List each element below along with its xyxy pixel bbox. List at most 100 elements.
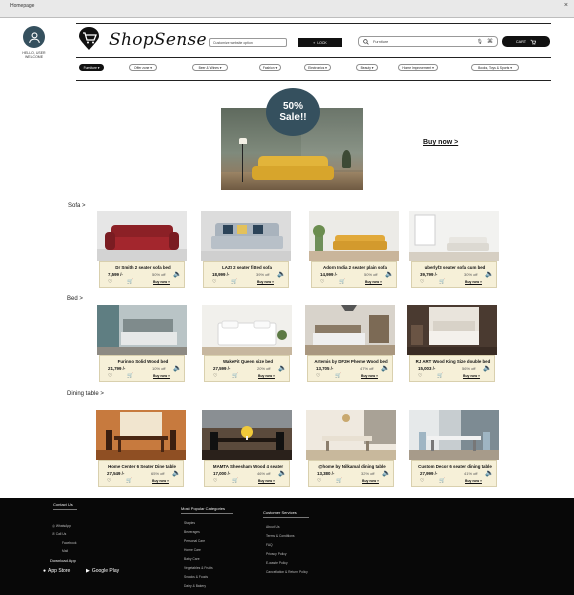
product-name[interactable]: Furinno Solid Wood bed: [102, 359, 184, 364]
product-name[interactable]: MAMTA Sheesham Wood 4 seater: [207, 464, 289, 469]
add-to-cart-icon[interactable]: 🛒: [126, 478, 132, 484]
account-widget[interactable]: HELLO, USER WELCOME: [20, 26, 48, 59]
product-card[interactable]: Adorn India 2 seater plain sofa 14,999 /…: [309, 211, 399, 291]
heart-icon[interactable]: ♡: [108, 279, 112, 285]
logo[interactable]: ShopSense: [109, 30, 207, 50]
heart-icon[interactable]: ♡: [320, 279, 324, 285]
buy-now-link[interactable]: Buy now »: [463, 374, 480, 378]
buy-now-link[interactable]: Buy now »: [361, 374, 378, 378]
avatar[interactable]: [23, 26, 45, 48]
product-name[interactable]: Artemis by DF2H Pheme Wood bed: [310, 359, 392, 364]
product-card[interactable]: Dr Smith 2 seater sofa bed 7,599 /- 50% …: [97, 211, 187, 291]
product-name[interactable]: Custom Decor 6 seater dining table: [414, 464, 496, 469]
add-to-cart-icon[interactable]: 🛒: [339, 279, 345, 285]
section-title-sofa[interactable]: Sofa >: [68, 203, 86, 209]
category-electronics[interactable]: Electronics ▾: [304, 64, 331, 71]
category-furniture[interactable]: Furniture ▾: [79, 64, 104, 71]
category-beauty[interactable]: Beauty ▾: [356, 64, 378, 71]
camera-icon[interactable]: ⌘: [487, 38, 493, 45]
add-to-cart-icon[interactable]: 🛒: [127, 279, 133, 285]
speaker-icon[interactable]: 🔈: [172, 469, 181, 477]
heart-icon[interactable]: ♡: [212, 279, 216, 285]
logo-cart-icon[interactable]: [78, 27, 100, 51]
footer-category-link[interactable]: Snacks & Foods: [184, 575, 208, 579]
speaker-icon[interactable]: 🔈: [173, 364, 182, 372]
speaker-icon[interactable]: 🔈: [277, 270, 286, 278]
add-to-cart-icon[interactable]: 🛒: [439, 478, 445, 484]
buy-now-link[interactable]: Buy now »: [362, 479, 379, 483]
product-name[interactable]: Home Center 6 Seater Dine table: [101, 464, 183, 469]
product-image[interactable]: [407, 305, 497, 355]
product-image[interactable]: [409, 410, 499, 460]
product-name[interactable]: @home by Nilkamal dining table: [311, 464, 393, 469]
footer-category-link[interactable]: Vegetables & Fruits: [184, 566, 213, 570]
product-name[interactable]: LAZI 2 seater fitted sofa: [206, 265, 288, 270]
product-image[interactable]: [202, 305, 292, 355]
category-home-improvement[interactable]: Home Improvement ▾: [398, 64, 438, 71]
product-card[interactable]: Home Center 6 Seater Dine table 27,549 /…: [96, 410, 186, 490]
heart-icon[interactable]: ♡: [316, 373, 320, 379]
search-input[interactable]: Furniture 🎙 ⌘: [358, 36, 498, 47]
add-to-cart-icon[interactable]: 🛒: [232, 478, 238, 484]
product-image[interactable]: [202, 410, 292, 460]
footer-category-link[interactable]: Dairy & Bakery: [184, 584, 206, 588]
add-to-cart-icon[interactable]: 🛒: [127, 373, 133, 379]
category-fashion[interactable]: Fashion ▾: [259, 64, 281, 71]
app-store-button[interactable]: ● App Store: [43, 565, 70, 577]
speaker-icon[interactable]: 🔈: [278, 469, 287, 477]
heart-icon[interactable]: ♡: [213, 373, 217, 379]
buy-now-link[interactable]: Buy now »: [153, 374, 170, 378]
heart-icon[interactable]: ♡: [317, 478, 321, 484]
product-card[interactable]: WakeFit Queen size bed 27,599 /- 20% off…: [202, 305, 292, 385]
buy-now-link[interactable]: Buy now »: [365, 280, 382, 284]
speaker-icon[interactable]: 🔈: [485, 270, 494, 278]
lock-button[interactable]: ⌖ LOCK: [298, 38, 342, 47]
heart-icon[interactable]: ♡: [107, 478, 111, 484]
speaker-icon[interactable]: 🔈: [382, 469, 391, 477]
buy-now-link[interactable]: Buy now »: [465, 479, 482, 483]
close-icon[interactable]: ×: [564, 2, 568, 9]
add-to-cart-icon[interactable]: 🛒: [231, 279, 237, 285]
speaker-icon[interactable]: 🔈: [381, 364, 390, 372]
product-card[interactable]: MAMTA Sheesham Wood 4 seater 17,000 /- 4…: [202, 410, 292, 490]
product-image[interactable]: [306, 410, 396, 460]
google-play-button[interactable]: ▶ Google Play: [86, 565, 119, 577]
footer-service-link[interactable]: Cancellation & Return Policy: [266, 570, 308, 574]
facebook-link[interactable]: Facebook: [62, 541, 76, 545]
product-image[interactable]: [96, 410, 186, 460]
footer-service-link[interactable]: FAQ: [266, 543, 273, 547]
speaker-icon[interactable]: 🔈: [173, 270, 182, 278]
product-image[interactable]: [309, 211, 399, 261]
product-image[interactable]: [97, 305, 187, 355]
cart-button[interactable]: CART: [502, 36, 550, 47]
heart-icon[interactable]: ♡: [213, 478, 217, 484]
microphone-icon[interactable]: 🎙: [477, 39, 483, 45]
product-image[interactable]: [97, 211, 187, 261]
footer-category-link[interactable]: Staples: [184, 521, 195, 525]
product-card[interactable]: @home by Nilkamal dining table 13,380 /-…: [306, 410, 396, 490]
product-image[interactable]: [305, 305, 395, 355]
product-card[interactable]: Furinno Solid Wood bed 21,799 /- 10% off…: [97, 305, 187, 385]
section-title-dining-table[interactable]: Dining table >: [67, 391, 104, 397]
product-card[interactable]: LAZI 2 seater fitted sofa 18,999 /- 39% …: [201, 211, 291, 291]
hero-buy-now-link[interactable]: Buy now >: [423, 139, 458, 146]
product-name[interactable]: uberlyf3 seater sofa cum bed: [414, 265, 496, 270]
speaker-icon[interactable]: 🔈: [385, 270, 394, 278]
footer-category-link[interactable]: Personal Care: [184, 539, 205, 543]
heart-icon[interactable]: ♡: [420, 279, 424, 285]
buy-now-link[interactable]: Buy now »: [465, 280, 482, 284]
footer-category-link[interactable]: Baby Care: [184, 557, 200, 561]
buy-now-link[interactable]: Buy now »: [257, 280, 274, 284]
add-to-cart-icon[interactable]: 🛒: [335, 373, 341, 379]
add-to-cart-icon[interactable]: 🛒: [336, 478, 342, 484]
buy-now-link[interactable]: Buy now »: [258, 374, 275, 378]
product-card[interactable]: Custom Decor 6 seater dining table 27,99…: [409, 410, 499, 490]
product-name[interactable]: RJ ART Wood King Size double bed: [412, 359, 494, 364]
product-card[interactable]: RJ ART Wood King Size double bed 15,003 …: [407, 305, 497, 385]
speaker-icon[interactable]: 🔈: [483, 364, 492, 372]
heart-icon[interactable]: ♡: [108, 373, 112, 379]
buy-now-link[interactable]: Buy now »: [153, 280, 170, 284]
speaker-icon[interactable]: 🔈: [485, 469, 494, 477]
category-offer-zone[interactable]: Offer zone ▾: [129, 64, 157, 71]
category-beer-wines[interactable]: Beer & Wines ▾: [192, 64, 228, 71]
